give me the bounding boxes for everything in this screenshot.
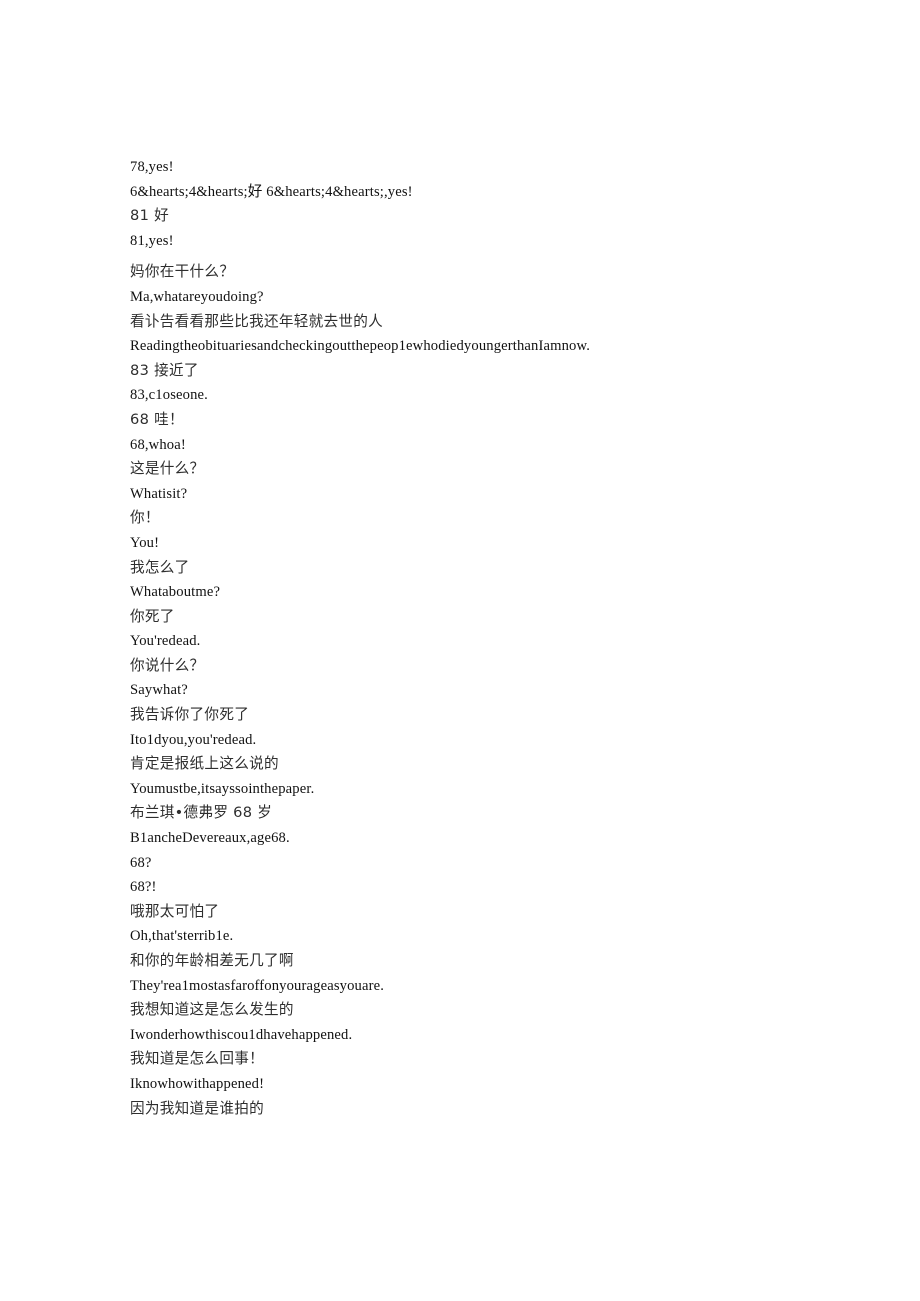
transcript-line: Saywhat? xyxy=(130,682,188,699)
transcript-line: 68,whoa! xyxy=(130,436,186,453)
transcript-line: They'rea1mostasfaroffonyourageasyouare. xyxy=(130,977,385,994)
transcript-line: 83 接近了 xyxy=(130,361,199,379)
transcript-line: Iwonderhowthiscou1dhavehappened. xyxy=(130,1026,353,1043)
transcript-line: 83,c1oseone. xyxy=(130,387,208,404)
transcript-line: 68 哇！ xyxy=(130,410,184,428)
transcript-line: Whataboutme? xyxy=(130,584,221,601)
transcript-line: Whatisit? xyxy=(130,485,188,502)
transcript-line: 你！ xyxy=(130,509,160,527)
transcript-line: 68? xyxy=(130,854,152,871)
transcript-line: 81,yes! xyxy=(130,232,174,249)
transcript-line: 因为我知道是谁拍的 xyxy=(130,1099,264,1117)
transcript-line: 我告诉你了你死了 xyxy=(130,706,250,724)
transcript-line: Readingtheobituariesandcheckingoutthepeo… xyxy=(130,338,591,355)
transcript-line: Youmustbe,itsayssointhepaper. xyxy=(130,780,315,797)
transcript-line: 78,yes! xyxy=(130,159,174,175)
transcript-line: 这是什么？ xyxy=(130,460,205,478)
transcript-line: 哦那太可怕了 xyxy=(130,902,220,920)
transcript-line: 68?! xyxy=(130,879,157,896)
transcript-line: 我想知道这是怎么发生的 xyxy=(130,1001,294,1019)
transcript-line: Oh,that'sterrib1e. xyxy=(130,928,234,945)
transcript-line: 妈你在干什么？ xyxy=(130,263,235,281)
transcript-line: Iknowhowithappened! xyxy=(130,1075,265,1092)
transcript-line: 81 好 xyxy=(130,207,169,225)
transcript-line: You'redead. xyxy=(130,633,201,650)
transcript-line: 你死了 xyxy=(130,607,175,625)
transcript-line: You! xyxy=(130,534,160,551)
transcript-line: 肯定是报纸上这么说的 xyxy=(130,755,279,773)
transcript-line: 和你的年龄相差无几了啊 xyxy=(130,952,294,969)
subtitle-transcript-body: 78,yes! 6&hearts;4&hearts;好 6&hearts;4&he… xyxy=(130,155,625,1121)
transcript-line: 6&hearts;4&hearts;好 6&hearts;4&hearts;,y… xyxy=(130,183,413,200)
transcript-line: Ito1dyou,you'redead. xyxy=(130,731,257,748)
transcript-line: Ma,whatareyoudoing? xyxy=(130,288,264,305)
document-page: 78,yes! 6&hearts;4&hearts;好 6&hearts;4&he… xyxy=(0,0,920,1301)
transcript-line: 布兰琪•德弗罗 68 岁 xyxy=(130,804,273,822)
transcript-line: 看讣告看看那些比我还年轻就去世的人 xyxy=(130,312,384,330)
transcript-line: 我知道是怎么回事！ xyxy=(130,1050,264,1068)
transcript-line: 我怎么了 xyxy=(130,558,190,576)
transcript-line: B1ancheDevereaux,age68. xyxy=(130,830,290,847)
transcript-line: 你说什么？ xyxy=(130,656,205,674)
